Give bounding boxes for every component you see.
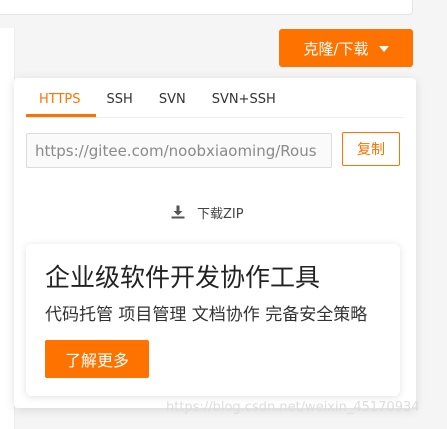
- background-panel-top: [0, 0, 413, 15]
- tab-https[interactable]: HTTPS: [26, 88, 94, 112]
- caret-down-icon: [378, 46, 389, 52]
- clone-download-label: 克隆/下载: [303, 39, 369, 58]
- download-zip-link[interactable]: 下载ZIP: [171, 202, 244, 222]
- watermark-text: https://blog.csdn.net/weixin_45170934: [166, 400, 420, 415]
- protocol-tabs: HTTPS SSH SVN SVN+SSH: [26, 88, 289, 116]
- clone-dropdown-panel: HTTPS SSH SVN SVN+SSH 复制 下载ZIP 企业级软件开发协作…: [14, 78, 416, 408]
- background-panel-left: [0, 28, 15, 429]
- copy-button[interactable]: 复制: [342, 132, 400, 166]
- tabs-divider: [26, 117, 404, 118]
- download-zip-label: 下载ZIP: [197, 206, 244, 222]
- tab-svn[interactable]: SVN: [146, 88, 199, 112]
- promo-subtitle: 代码托管 项目管理 文档协作 完备安全策略: [45, 305, 368, 325]
- download-icon: [171, 205, 185, 219]
- learn-more-button[interactable]: 了解更多: [45, 340, 149, 378]
- tab-ssh[interactable]: SSH: [94, 88, 146, 112]
- tab-svn-ssh[interactable]: SVN+SSH: [199, 88, 289, 112]
- enterprise-promo-card: 企业级软件开发协作工具 代码托管 项目管理 文档协作 完备安全策略 了解更多: [26, 244, 400, 396]
- promo-title: 企业级软件开发协作工具: [45, 263, 321, 292]
- clone-url-input[interactable]: [26, 133, 332, 168]
- clone-download-button[interactable]: 克隆/下载: [279, 29, 413, 67]
